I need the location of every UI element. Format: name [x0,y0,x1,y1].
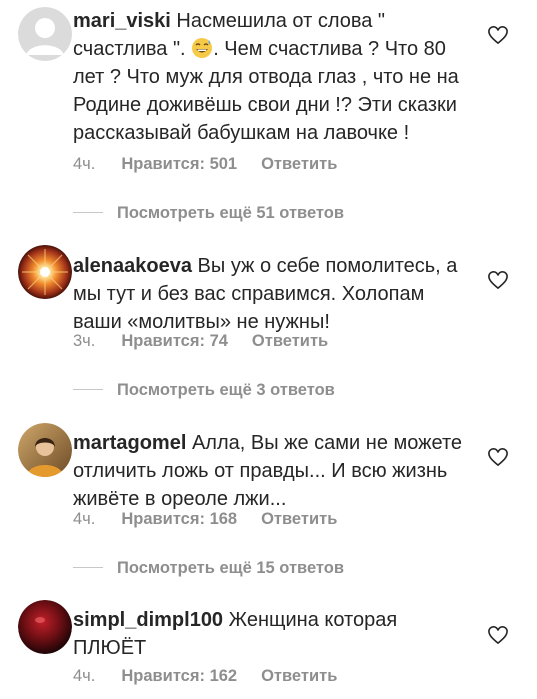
reply-button[interactable]: Ответить [261,666,337,686]
view-replies-button[interactable]: Посмотреть ещё 15 ответов [73,558,344,578]
avatar[interactable] [18,600,72,654]
comment-username[interactable]: mari_viski [73,10,171,32]
comment-meta: 4ч. Нравится: 162 Ответить [73,666,337,686]
view-replies-button[interactable]: Посмотреть ещё 3 ответов [73,380,335,400]
reply-button[interactable]: Ответить [252,331,328,351]
comment-text: martagomel Алла, Вы же сами не можете от… [73,429,468,513]
divider-line [73,389,103,391]
like-button[interactable] [487,270,509,290]
comment-username[interactable]: simpl_dimpl100 [73,609,223,631]
comment-time: 4ч. [73,667,96,685]
avatar[interactable] [18,423,72,477]
view-replies-label: Посмотреть ещё 15 ответов [117,559,344,577]
comment-likes[interactable]: Нравится: 501 [121,154,237,174]
comment-time: 4ч. [73,155,96,173]
like-button[interactable] [487,625,509,645]
grinning-sweat-emoji-icon [192,38,213,58]
comment-username[interactable]: martagomel [73,432,186,454]
heart-outline-icon [488,271,508,289]
heart-outline-icon [488,448,508,466]
photo-avatar-icon [18,423,72,477]
comment-meta: 4ч. Нравится: 501 Ответить [73,154,337,174]
comment-likes[interactable]: Нравится: 168 [121,509,237,529]
comment-meta: 3ч. Нравится: 74 Ответить [73,331,328,351]
dark-red-avatar-icon [18,600,72,654]
like-button[interactable] [487,25,509,45]
comment-text: mari_viski Насмешила от слова " счастлив… [73,7,468,147]
comment-username[interactable]: alenaakoeva [73,255,192,277]
divider-line [73,212,103,214]
avatar[interactable] [18,245,72,299]
default-avatar-icon [18,7,72,61]
avatar[interactable] [18,7,72,61]
comment-time: 4ч. [73,510,96,528]
reply-button[interactable]: Ответить [261,509,337,529]
reply-button[interactable]: Ответить [261,154,337,174]
view-replies-label: Посмотреть ещё 51 ответов [117,204,344,222]
heart-outline-icon [488,26,508,44]
divider-line [73,567,103,569]
sunburst-avatar-icon [18,245,72,299]
comment-text: alenaakoeva Вы уж о себе помолитесь, а м… [73,252,468,336]
heart-outline-icon [488,626,508,644]
comment-likes[interactable]: Нравится: 162 [121,666,237,686]
comment-text: simpl_dimpl100 Женщина которая ПЛЮЁТ [73,606,468,662]
view-replies-button[interactable]: Посмотреть ещё 51 ответов [73,203,344,223]
comment-time: 3ч. [73,332,96,350]
view-replies-label: Посмотреть ещё 3 ответов [117,381,335,399]
comment-meta: 4ч. Нравится: 168 Ответить [73,509,337,529]
comment-likes[interactable]: Нравится: 74 [121,331,228,351]
like-button[interactable] [487,447,509,467]
